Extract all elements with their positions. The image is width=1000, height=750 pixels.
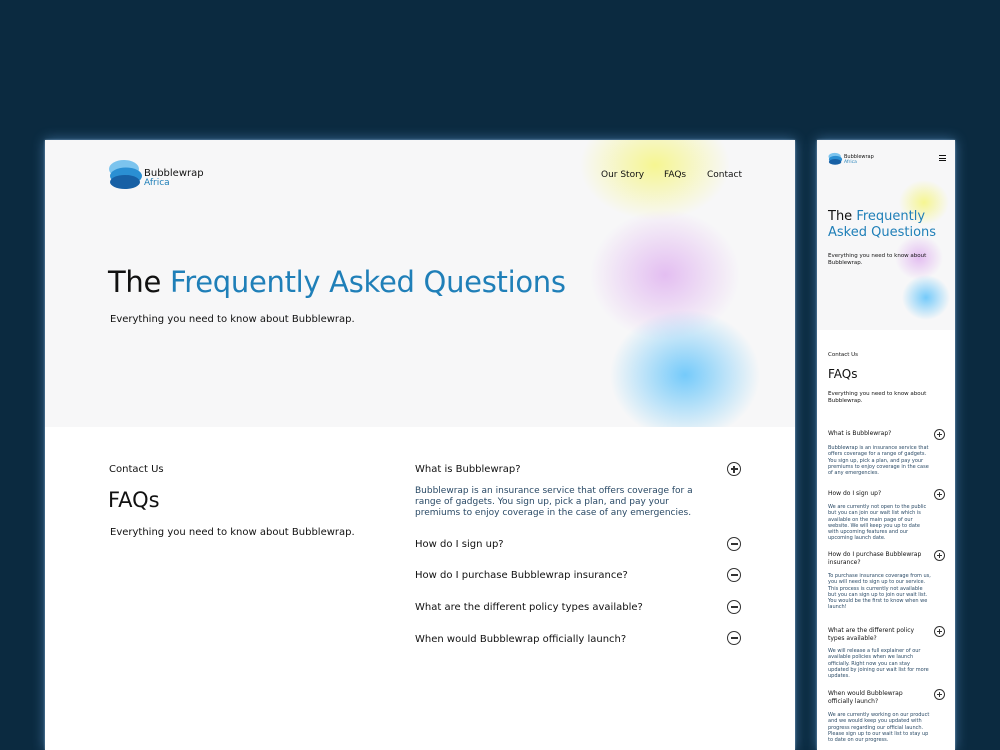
faq-question[interactable]: When would Bubblewrap officially launch?: [415, 634, 626, 645]
faq-eyebrow: Contact Us: [109, 464, 164, 475]
desktop-preview: Bubblewrap Africa Our Story FAQs Contact…: [45, 140, 795, 750]
plus-circle-icon[interactable]: [934, 689, 945, 700]
minus-circle-icon[interactable]: [727, 537, 741, 551]
hamburger-menu-icon[interactable]: [939, 155, 946, 163]
faq-question[interactable]: What are the different policy types avai…: [415, 602, 643, 613]
page-title: The Frequently Asked Questions: [108, 265, 566, 299]
page-title-prefix: The: [108, 265, 162, 299]
page-title-prefix: The: [828, 209, 853, 224]
faq-question[interactable]: What is Bubblewrap?: [415, 464, 521, 475]
plus-circle-icon[interactable]: [934, 489, 945, 500]
mobile-faq-description: Everything you need to know about Bubble…: [828, 391, 926, 405]
nav-faqs[interactable]: FAQs: [664, 170, 686, 180]
mobile-faq-heading: FAQs: [828, 367, 858, 381]
description-line: Bubblewrap.: [828, 398, 863, 404]
page-title-accent-1: Frequently: [856, 209, 926, 224]
minus-circle-icon[interactable]: [727, 631, 741, 645]
bubblewrap-logo-icon: [109, 160, 142, 189]
mobile-page-subtitle: Everything you need to know about Bubble…: [828, 253, 926, 267]
page-title-accent: Frequently Asked Questions: [169, 265, 566, 299]
subtitle-line: Bubblewrap.: [828, 260, 863, 266]
minus-circle-icon[interactable]: [727, 600, 741, 614]
description-line: Everything you need to know about: [828, 391, 927, 397]
plus-circle-icon[interactable]: [934, 429, 945, 440]
mobile-faq-eyebrow: Contact Us: [828, 352, 859, 358]
mobile-page-title: The Frequently Asked Questions: [828, 209, 936, 241]
faq-question[interactable]: What are the different policy types avai…: [828, 627, 928, 643]
nav-contact[interactable]: Contact: [707, 170, 742, 180]
yellow-glow: [580, 140, 730, 220]
plus-circle-icon[interactable]: [727, 462, 741, 476]
nav-our-story[interactable]: Our Story: [601, 170, 644, 180]
bubblewrap-logo-icon: [828, 152, 843, 165]
faq-answer: We are currently not open to the public …: [828, 504, 927, 542]
page-title-accent-2: Asked Questions: [828, 225, 937, 240]
page-subtitle: Everything you need to know about Bubble…: [110, 314, 355, 325]
faq-question[interactable]: How do I purchase Bubblewrap insurance?: [828, 551, 928, 567]
faq-answer: Bubblewrap is an insurance service that …: [415, 486, 693, 518]
brand-region: Africa: [144, 178, 170, 188]
faq-question[interactable]: How do I sign up?: [415, 539, 504, 550]
brand-region: Africa: [844, 160, 857, 165]
plus-circle-icon[interactable]: [934, 550, 945, 561]
faq-heading: FAQs: [108, 488, 160, 512]
blue-glow: [610, 310, 760, 427]
minus-circle-icon[interactable]: [727, 568, 741, 582]
faq-answer: We are currently working on our product …: [828, 712, 930, 744]
plus-circle-icon[interactable]: [934, 626, 945, 637]
faq-question[interactable]: How do I sign up?: [828, 490, 928, 498]
faq-question[interactable]: How do I purchase Bubblewrap insurance?: [415, 570, 628, 581]
faq-question[interactable]: What is Bubblewrap?: [828, 430, 928, 438]
blue-glow: [902, 275, 950, 320]
mobile-preview: Bubblewrap Africa The Frequently Asked Q…: [817, 140, 955, 750]
faq-description: Everything you need to know about Bubble…: [110, 527, 355, 538]
faq-answer: We will release a full explainer of our …: [828, 648, 929, 680]
faq-question[interactable]: When would Bubblewrap officially launch?: [828, 690, 928, 706]
faq-answer: Bubblewrap is an insurance service that …: [828, 445, 929, 477]
subtitle-line: Everything you need to know about: [828, 253, 927, 259]
faq-answer: To purchase insurance coverage from us, …: [828, 573, 931, 611]
